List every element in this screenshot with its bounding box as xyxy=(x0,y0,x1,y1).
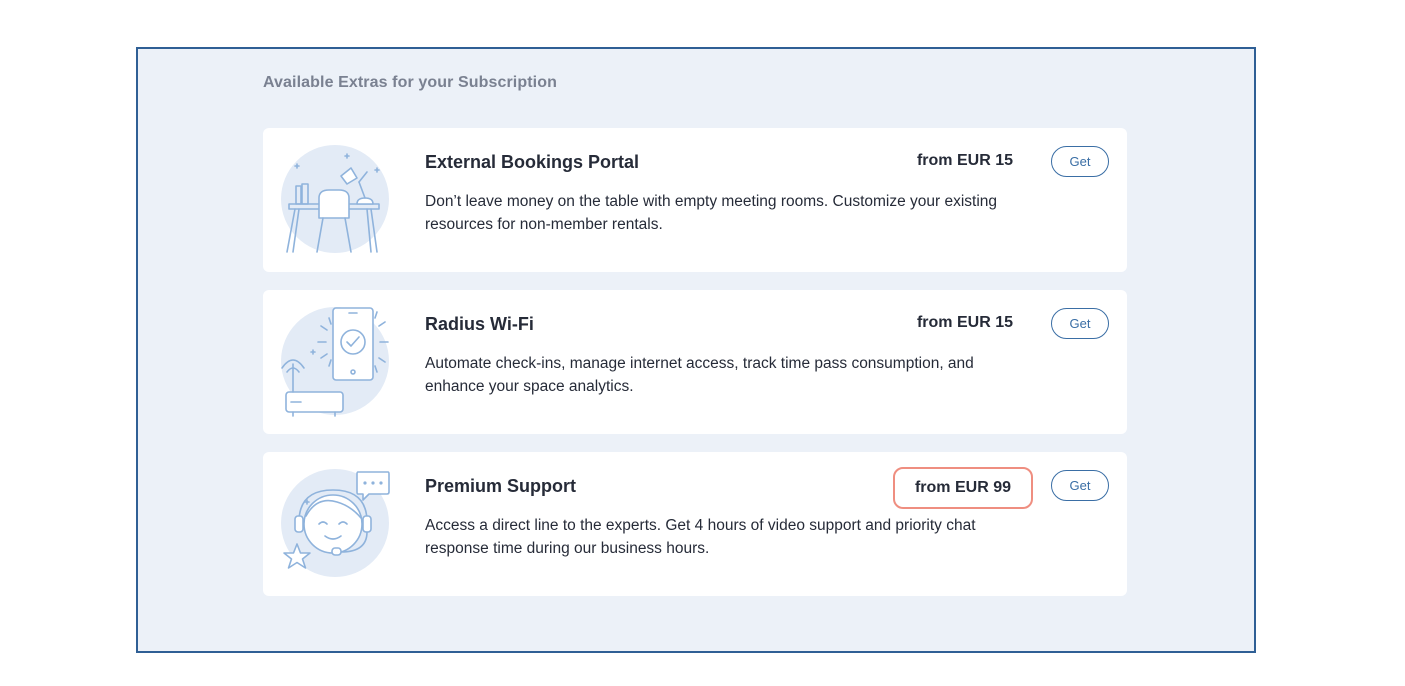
extra-price: from EUR 15 xyxy=(916,152,1013,169)
extras-panel: Available Extras for your Subscription E… xyxy=(136,47,1256,653)
extra-description: Automate check-ins, manage internet acce… xyxy=(425,355,974,395)
support-agent-headset-icon xyxy=(277,466,397,586)
phone-checkmark-router-icon xyxy=(277,304,397,424)
get-button[interactable]: Get xyxy=(1051,146,1109,177)
extra-card-external-bookings: External Bookings Portal from EUR 15 Get… xyxy=(263,128,1127,272)
extra-card-radius-wifi: Radius Wi-Fi from EUR 15 Get Automate ch… xyxy=(263,290,1127,434)
get-button[interactable]: Get xyxy=(1051,470,1109,501)
extra-title: Premium Support xyxy=(425,476,577,496)
extra-description: Don’t leave money on the table with empt… xyxy=(425,193,998,233)
extra-title: Radius Wi-Fi xyxy=(425,314,534,334)
extra-price: from EUR 15 xyxy=(916,314,1013,331)
extra-title: External Bookings Portal xyxy=(425,152,640,172)
get-button[interactable]: Get xyxy=(1051,308,1109,339)
extra-price-highlighted: from EUR 99 xyxy=(892,467,1033,509)
desk-chair-lamp-icon xyxy=(277,142,397,262)
section-title: Available Extras for your Subscription xyxy=(263,74,557,91)
extra-card-premium-support: Premium Support from EUR 99 Get Access a… xyxy=(263,452,1127,596)
extra-description: Access a direct line to the experts. Get… xyxy=(425,517,976,557)
